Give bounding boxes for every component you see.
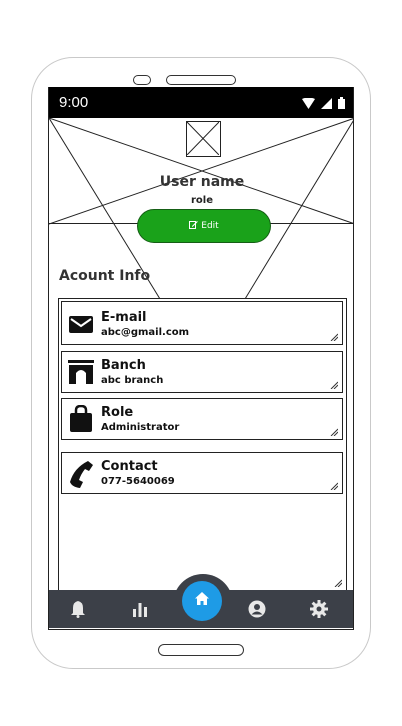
resize-handle-icon[interactable] xyxy=(330,381,338,389)
contact-value: 077-5640069 xyxy=(101,476,175,487)
envelope-icon xyxy=(68,311,94,337)
status-bar: 9:00 xyxy=(49,87,353,118)
earpiece-speaker xyxy=(166,75,236,85)
panel-resize-handle-icon[interactable] xyxy=(334,579,342,587)
resize-handle-icon[interactable] xyxy=(330,428,338,436)
app-screen: 9:00 User name role Edit Acount Info E-m… xyxy=(48,87,354,630)
role-label: Role xyxy=(101,405,134,420)
signal-icon xyxy=(321,96,332,114)
resize-handle-icon[interactable] xyxy=(330,333,338,341)
status-time: 9:00 xyxy=(59,94,89,111)
email-value: abc@gmail.com xyxy=(101,327,190,338)
role-card[interactable]: Role Administrator xyxy=(61,398,343,440)
home-icon xyxy=(195,592,209,610)
email-label: E-mail xyxy=(101,310,147,325)
email-card[interactable]: E-mail abc@gmail.com xyxy=(61,301,343,345)
bank-icon xyxy=(68,359,94,385)
user-name: User name xyxy=(159,174,245,190)
battery-icon xyxy=(338,96,345,114)
contact-card[interactable]: Contact 077-5640069 xyxy=(61,452,343,494)
role-value: Administrator xyxy=(101,422,180,433)
account-info-panel: E-mail abc@gmail.com Banch abc branch Ro… xyxy=(58,298,347,592)
status-icons xyxy=(302,96,345,114)
home-button[interactable] xyxy=(182,581,222,621)
user-role: role xyxy=(190,195,213,206)
settings-icon[interactable] xyxy=(309,599,329,619)
edit-icon xyxy=(189,220,199,232)
branch-value: abc branch xyxy=(101,375,164,386)
bell-icon[interactable] xyxy=(68,599,88,619)
branch-card[interactable]: Banch abc branch xyxy=(61,351,343,393)
account-icon[interactable] xyxy=(247,599,267,619)
edit-profile-button[interactable]: Edit xyxy=(137,209,271,243)
wifi-icon xyxy=(302,96,315,114)
avatar-placeholder xyxy=(186,121,221,157)
resize-handle-icon[interactable] xyxy=(330,482,338,490)
bar-chart-icon[interactable] xyxy=(130,599,150,619)
branch-label: Banch xyxy=(101,358,146,373)
hardware-home-bar xyxy=(158,644,244,656)
front-camera xyxy=(133,75,151,85)
contact-label: Contact xyxy=(101,459,158,474)
briefcase-icon xyxy=(68,404,94,432)
account-info-title: Acount Info xyxy=(59,268,151,284)
edit-button-label: Edit xyxy=(201,221,219,231)
phone-icon xyxy=(68,460,94,488)
